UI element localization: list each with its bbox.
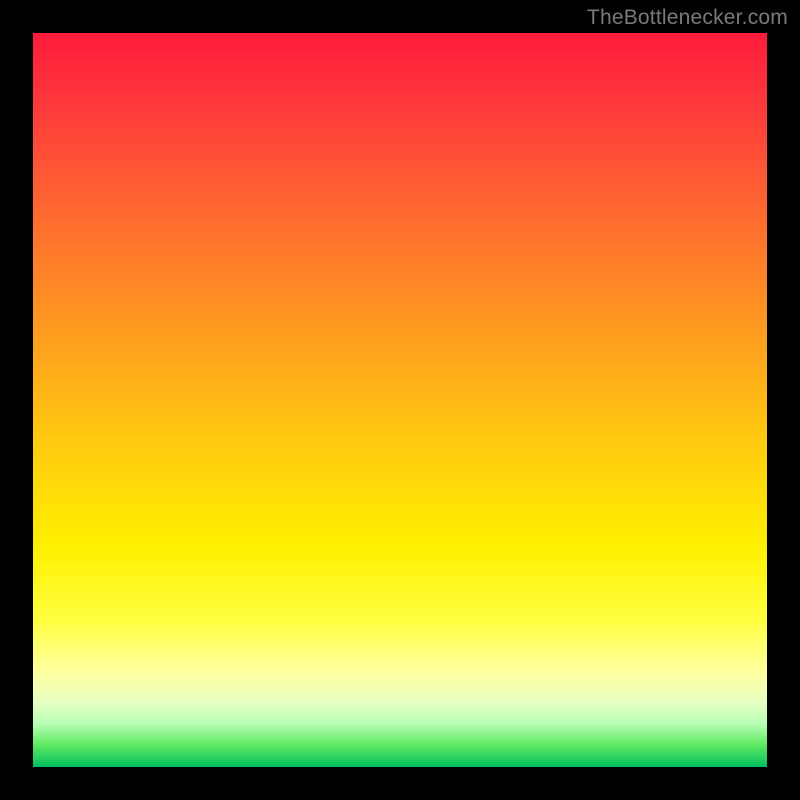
- watermark-label: TheBottlenecker.com: [587, 6, 788, 30]
- heat-gradient-background: [33, 33, 767, 767]
- plot-area: [33, 33, 767, 767]
- chart-frame: TheBottlenecker.com: [0, 0, 800, 800]
